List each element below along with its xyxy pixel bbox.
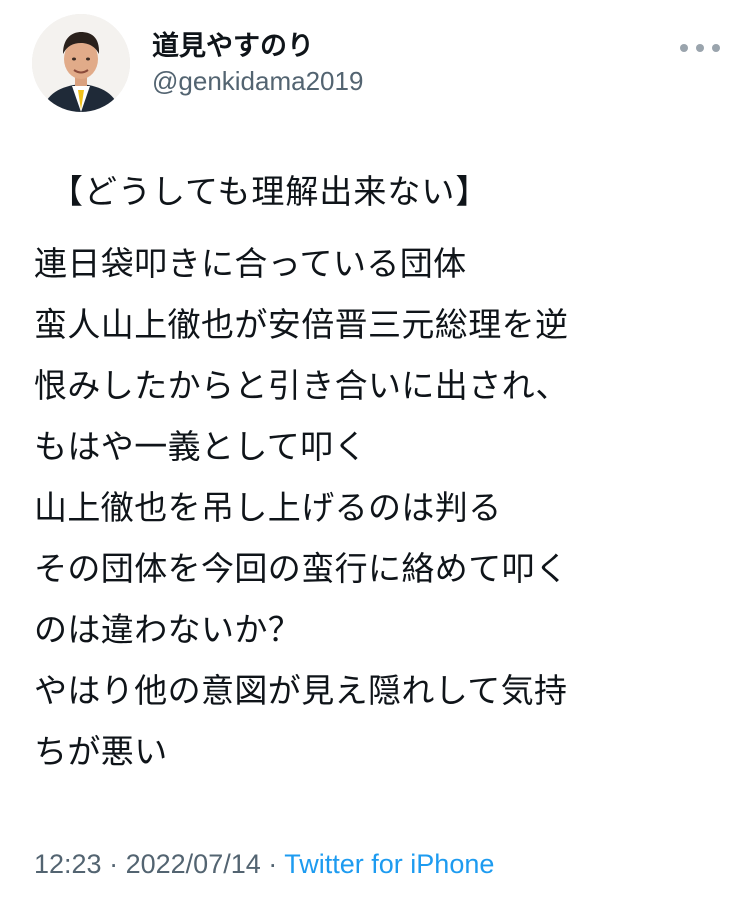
tweet-line: 山上徹也を吊し上げるのは判る: [34, 488, 502, 527]
dot-icon: [712, 44, 720, 52]
display-name[interactable]: 道見やすのり: [152, 30, 363, 64]
tweet-line: のは違わないか？: [34, 610, 302, 649]
tweet-line: もはや一義として叩く: [34, 427, 368, 466]
more-options-icon[interactable]: [680, 36, 720, 60]
tweet-title: 【どうしても理解出来ない】: [50, 172, 490, 211]
tweet-line: やはり他の意図が見え隠れして気持: [34, 671, 568, 710]
tweet-line: ちが悪い: [34, 732, 168, 771]
meta-separator: ·: [109, 849, 119, 879]
tweet-line: 連日袋叩きに合っている団体: [34, 244, 467, 283]
meta-separator: ·: [268, 849, 278, 879]
avatar[interactable]: [32, 14, 130, 112]
tweet-line: 蛮人山上徹也が安倍晋三元総理を逆: [34, 305, 569, 344]
dot-icon: [680, 44, 688, 52]
profile-photo-icon: [32, 14, 130, 112]
tweet-meta: 12:23 · 2022/07/14 · Twitter for iPhone: [34, 846, 494, 882]
tweet-header: 道見やすのり @genkidama2019: [32, 14, 722, 124]
dot-icon: [696, 44, 704, 52]
tweet-line: その団体を今回の蛮行に絡めて叩く: [34, 549, 569, 588]
tweet-line: 恨みしたからと引き合いに出され、: [34, 366, 569, 405]
tweet-body: 【どうしても理解出来ない】 連日袋叩きに合っている団体 蛮人山上徹也が安倍晋三元…: [34, 161, 724, 782]
user-handle[interactable]: @genkidama2019: [152, 64, 363, 98]
tweet-date[interactable]: 2022/07/14: [126, 849, 261, 879]
tweet-time[interactable]: 12:23: [34, 849, 102, 879]
author-names: 道見やすのり @genkidama2019: [152, 30, 363, 98]
tweet-source-link[interactable]: Twitter for iPhone: [284, 849, 494, 879]
